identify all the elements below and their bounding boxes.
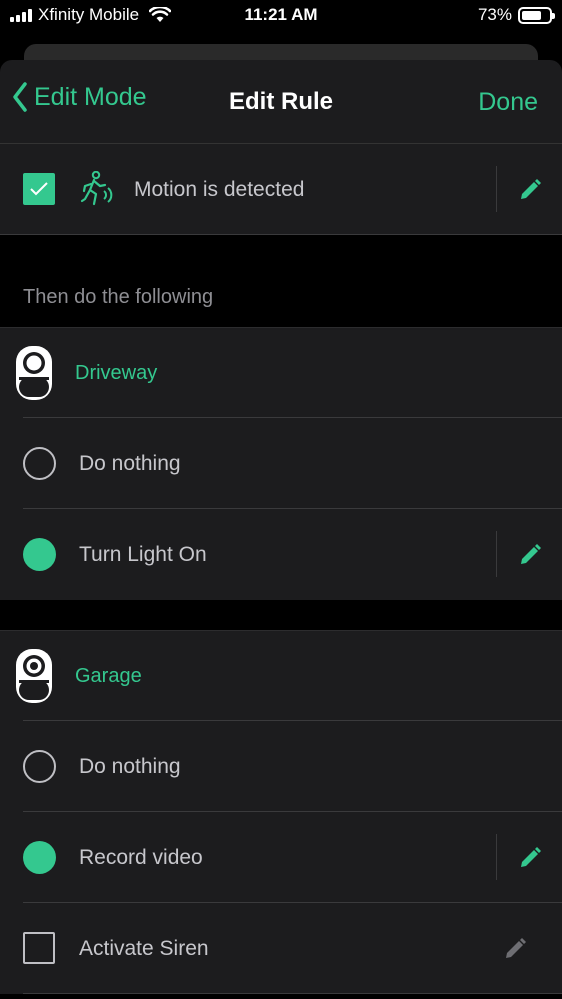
- device-name: Garage: [75, 664, 142, 687]
- divider: [23, 993, 562, 994]
- option-label: Turn Light On: [79, 542, 207, 566]
- motion-icon: [80, 171, 113, 206]
- section-gap: [0, 600, 562, 630]
- option-row[interactable]: Activate Siren: [0, 903, 562, 994]
- battery-icon: [518, 6, 555, 24]
- divider: [496, 834, 497, 880]
- pencil-icon: [521, 846, 541, 867]
- radio-button-selected[interactable]: [23, 538, 56, 571]
- status-bar: Xfinity Mobile 11:21 AM 73%: [0, 0, 562, 34]
- battery-percent: 73%: [477, 5, 512, 24]
- option-row[interactable]: Do nothing: [0, 721, 562, 812]
- divider: [496, 166, 497, 212]
- pencil-icon: [521, 178, 541, 199]
- edit-option-button-disabled[interactable]: [503, 903, 527, 994]
- device-name: Driveway: [75, 361, 158, 384]
- status-right: 73%: [477, 5, 555, 25]
- edit-option-button[interactable]: [518, 509, 542, 600]
- section-header-label: Then do the following: [23, 286, 214, 308]
- navigation-bar: Edit Mode Edit Rule Done: [0, 60, 562, 144]
- trigger-row[interactable]: Motion is detected: [0, 144, 562, 235]
- trigger-checkbox[interactable]: [23, 173, 55, 205]
- option-row[interactable]: Record video: [0, 812, 562, 903]
- option-label: Activate Siren: [79, 936, 209, 960]
- edit-trigger-button[interactable]: [518, 144, 542, 235]
- radio-button[interactable]: [23, 447, 56, 480]
- camera-icon: [16, 346, 52, 400]
- done-button[interactable]: Done: [478, 88, 538, 117]
- divider: [0, 234, 562, 235]
- radio-button[interactable]: [23, 750, 56, 783]
- section-header: Then do the following: [0, 286, 562, 316]
- trigger-label: Motion is detected: [134, 177, 305, 201]
- option-label: Record video: [79, 845, 203, 869]
- device-row-driveway: Driveway: [0, 327, 562, 418]
- divider: [496, 531, 497, 577]
- edit-option-button[interactable]: [518, 812, 542, 903]
- edit-rule-sheet: Edit Mode Edit Rule Done Motion is detec…: [0, 60, 562, 999]
- radio-button-selected[interactable]: [23, 841, 56, 874]
- section-gap: [0, 235, 562, 286]
- option-row[interactable]: Turn Light On: [0, 509, 562, 600]
- pencil-icon: [521, 543, 541, 564]
- option-label: Do nothing: [79, 451, 181, 475]
- option-row[interactable]: Do nothing: [0, 418, 562, 509]
- checkbox[interactable]: [23, 932, 55, 964]
- device-row-garage: Garage: [0, 630, 562, 721]
- checkmark-icon: [30, 182, 48, 196]
- option-label: Do nothing: [79, 754, 181, 778]
- camera-icon: [16, 649, 52, 703]
- pencil-icon: [506, 937, 526, 958]
